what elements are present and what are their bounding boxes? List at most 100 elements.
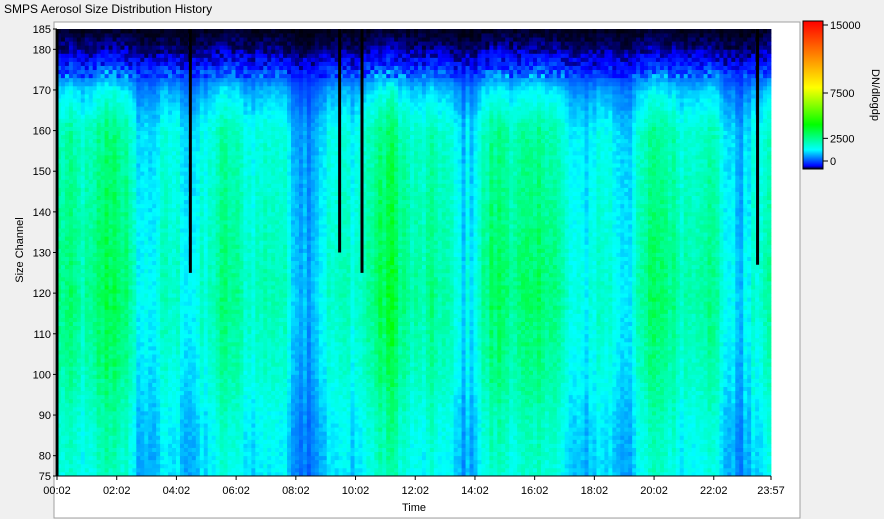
heatmap-cell xyxy=(116,159,121,164)
heatmap-cell xyxy=(144,362,149,367)
heatmap-cell xyxy=(76,211,82,217)
heatmap-cell xyxy=(235,443,240,448)
heatmap-cell xyxy=(191,110,197,115)
heatmap-cell xyxy=(211,427,217,432)
heatmap-cell xyxy=(80,98,86,103)
heatmap-cell xyxy=(80,382,86,387)
heatmap-cell xyxy=(148,297,153,302)
heatmap-cell xyxy=(144,57,149,62)
heatmap-cell xyxy=(132,370,137,375)
heatmap-cell xyxy=(92,175,98,180)
heatmap-cell xyxy=(203,61,209,66)
heatmap-cell xyxy=(104,138,109,144)
heatmap-cell xyxy=(140,232,145,237)
heatmap-cell xyxy=(100,435,105,440)
heatmap-cell xyxy=(164,264,169,270)
heatmap-cell xyxy=(84,252,90,257)
heatmap-cell xyxy=(168,219,173,225)
heatmap-cell xyxy=(80,57,86,62)
heatmap-cell xyxy=(64,415,70,420)
heatmap-cell xyxy=(203,240,209,245)
heatmap-cell xyxy=(164,431,169,436)
heatmap-cell xyxy=(144,305,149,310)
heatmap-cell xyxy=(231,301,236,306)
heatmap-cell xyxy=(124,467,129,473)
heatmap-cell xyxy=(148,69,153,75)
heatmap-cell xyxy=(172,272,177,278)
heatmap-cell xyxy=(64,264,70,270)
heatmap-cell xyxy=(152,45,157,50)
heatmap-cell xyxy=(227,130,232,136)
heatmap-cell xyxy=(211,195,217,201)
heatmap-cell xyxy=(179,463,185,469)
heatmap-cell xyxy=(168,199,173,205)
heatmap-cell xyxy=(227,268,232,274)
heatmap-cell xyxy=(231,382,236,387)
heatmap-cell xyxy=(203,232,209,237)
heatmap-cell xyxy=(199,110,205,115)
heatmap-cell xyxy=(136,248,141,253)
heatmap-cell xyxy=(128,65,133,71)
heatmap-cell xyxy=(227,386,232,392)
heatmap-cell xyxy=(223,293,228,298)
heatmap-cell xyxy=(144,118,149,123)
heatmap-cell xyxy=(164,69,169,75)
heatmap-cell xyxy=(156,427,161,432)
heatmap-cell xyxy=(160,69,165,75)
heatmap-cell xyxy=(128,297,133,302)
heatmap-cell xyxy=(76,431,82,436)
heatmap-cell xyxy=(183,321,189,327)
heatmap-cell xyxy=(64,317,70,322)
heatmap-cell xyxy=(191,94,197,99)
heatmap-cell xyxy=(152,370,157,375)
heatmap-cell xyxy=(136,77,141,83)
heatmap-cell xyxy=(104,459,109,465)
heatmap-cell xyxy=(96,134,102,140)
heatmap-cell xyxy=(68,183,74,188)
heatmap-cell xyxy=(116,94,121,99)
heatmap-cell xyxy=(112,81,117,87)
heatmap-cell xyxy=(152,240,157,245)
heatmap-cell xyxy=(203,362,209,367)
heatmap-cell xyxy=(92,73,98,79)
heatmap-cell xyxy=(136,451,141,457)
heatmap-cell xyxy=(227,463,232,469)
heatmap-cell xyxy=(104,350,109,355)
heatmap-cell xyxy=(88,65,94,71)
heatmap-cell xyxy=(64,313,70,318)
heatmap-cell xyxy=(124,341,129,347)
heatmap-cell xyxy=(76,163,82,168)
heatmap-cell xyxy=(164,268,169,274)
heatmap-cell xyxy=(199,224,205,229)
heatmap-cell xyxy=(231,345,236,351)
heatmap-cell xyxy=(124,443,129,448)
heatmap-cell xyxy=(156,358,161,363)
heatmap-cell xyxy=(227,398,232,404)
heatmap-cell xyxy=(231,126,236,131)
heatmap-cell xyxy=(116,354,121,359)
heatmap-cell xyxy=(144,187,149,192)
heatmap-cell xyxy=(84,297,90,302)
heatmap-cell xyxy=(235,366,240,371)
heatmap-cell xyxy=(191,435,197,440)
heatmap-cell xyxy=(112,366,117,371)
heatmap-cell xyxy=(76,341,82,347)
heatmap-cell xyxy=(144,350,149,355)
heatmap-cell xyxy=(104,77,109,83)
heatmap-cell xyxy=(144,337,149,343)
heatmap-cell xyxy=(176,406,181,412)
heatmap-cell xyxy=(96,224,102,229)
heatmap-cell xyxy=(203,354,209,359)
heatmap-cell xyxy=(136,354,141,359)
heatmap-cell xyxy=(64,236,70,241)
heatmap-cell xyxy=(116,150,121,156)
heatmap-cell xyxy=(136,345,141,351)
heatmap-cell xyxy=(191,49,197,54)
heatmap-cell xyxy=(80,211,86,217)
heatmap-cell xyxy=(191,199,197,205)
heatmap-cell xyxy=(195,439,201,444)
heatmap-cell xyxy=(72,81,78,87)
heatmap-cell xyxy=(112,345,117,351)
heatmap-cell xyxy=(227,240,232,245)
heatmap-cell xyxy=(191,354,197,359)
